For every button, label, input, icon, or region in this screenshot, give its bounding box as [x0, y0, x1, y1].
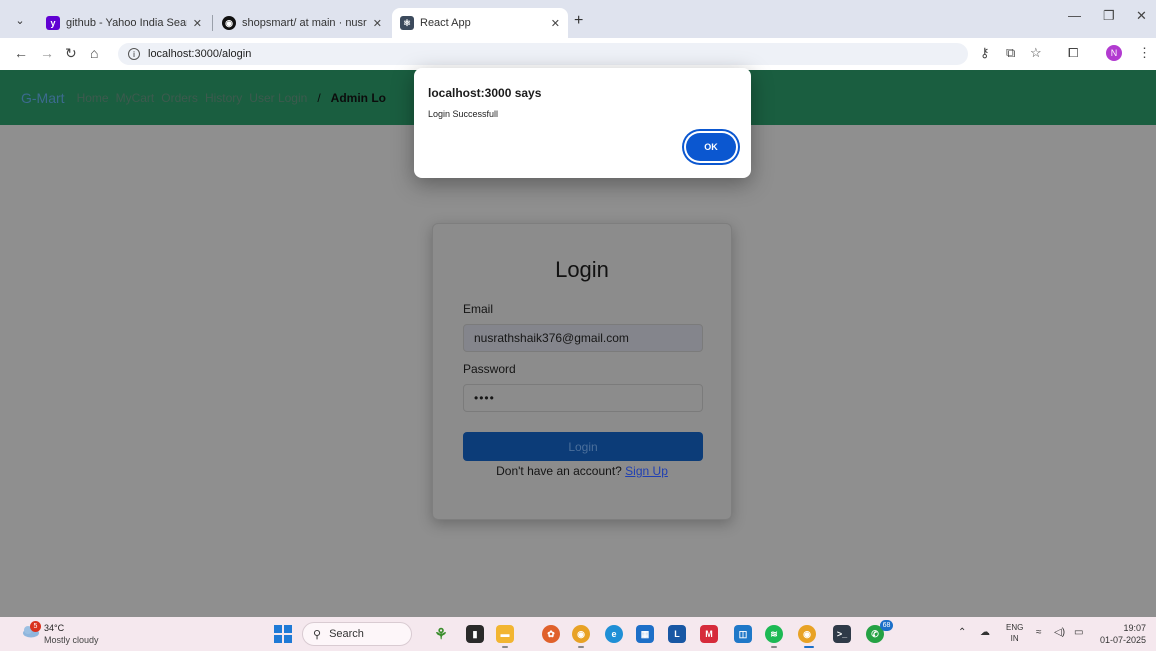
- clock-date: 01-07-2025: [1099, 635, 1146, 645]
- alert-dialog: localhost:3000 says Login Successfull OK: [414, 68, 751, 178]
- browser-menu-icon[interactable]: ⋮: [1138, 45, 1151, 61]
- language-code: ENG: [1006, 623, 1024, 632]
- extensions-icon[interactable]: ⧠: [1068, 45, 1078, 61]
- language-indicator[interactable]: ENG IN: [1006, 622, 1023, 644]
- login-button[interactable]: Login: [463, 432, 703, 461]
- password-field[interactable]: ••••: [463, 384, 703, 412]
- github-favicon-icon: ◉: [222, 16, 236, 30]
- running-indicator: [502, 646, 508, 648]
- tab-github[interactable]: ◉ shopsmart/ at main · nusrath30 ✕: [214, 8, 390, 38]
- ok-button[interactable]: OK: [686, 133, 736, 161]
- linkedin-icon[interactable]: L: [668, 625, 686, 643]
- tab-react-app[interactable]: ⚛ React App ✕: [392, 8, 568, 38]
- forward-icon[interactable]: →: [40, 45, 54, 61]
- install-app-icon[interactable]: ⧉: [1006, 45, 1015, 61]
- tab-title: github - Yahoo India Search Res: [66, 17, 187, 29]
- terminal-icon[interactable]: >_: [833, 625, 851, 643]
- brand-logo[interactable]: G-Mart: [21, 90, 65, 106]
- running-indicator: [771, 646, 777, 648]
- bookmark-star-icon[interactable]: ☆: [1030, 45, 1042, 61]
- search-icon: ⚲: [313, 628, 322, 641]
- restore-icon[interactable]: ❐: [1103, 8, 1115, 24]
- store-icon[interactable]: ▦: [636, 625, 654, 643]
- signup-prompt-text: Don't have an account?: [496, 464, 622, 478]
- search-label: Search: [329, 628, 364, 640]
- tab-search-dropdown-icon[interactable]: ⌄: [10, 11, 30, 29]
- clock-time: 19:07: [1123, 623, 1146, 633]
- windows-taskbar: 5 34°C Mostly cloudy ⚲ Search ⚘ ▮ ▬ ✿ ◉ …: [0, 617, 1156, 651]
- tab-title: shopsmart/ at main · nusrath30: [242, 17, 367, 29]
- nav-home[interactable]: Home: [77, 91, 109, 105]
- tray-expand-icon[interactable]: ⌃: [958, 627, 966, 638]
- close-tab-icon[interactable]: ✕: [551, 17, 560, 30]
- tab-divider: [212, 15, 213, 31]
- nav-user-login[interactable]: User Login: [249, 91, 307, 105]
- login-card: Login Email nusrathshaik376@gmail.com Pa…: [432, 223, 732, 520]
- react-favicon-icon: ⚛: [400, 16, 414, 30]
- close-tab-icon[interactable]: ✕: [193, 17, 202, 30]
- nav-separator: /: [317, 90, 321, 105]
- temperature[interactable]: 34°C: [44, 623, 64, 633]
- google-drive-icon[interactable]: ☁: [980, 627, 990, 638]
- browser-tab-bar: ⌄ y github - Yahoo India Search Res ✕ ◉ …: [0, 0, 1156, 38]
- url-field[interactable]: i localhost:3000/alogin: [118, 43, 968, 65]
- yahoo-favicon-icon: y: [46, 16, 60, 30]
- nav-mycart[interactable]: MyCart: [116, 91, 155, 105]
- weather-description[interactable]: Mostly cloudy: [44, 635, 99, 645]
- active-indicator: [804, 646, 814, 648]
- whatsapp-badge: 68: [880, 620, 893, 631]
- system-clock[interactable]: 19:07 01-07-2025: [1096, 622, 1146, 646]
- email-field[interactable]: nusrathshaik376@gmail.com: [463, 324, 703, 352]
- weather-alert-badge: 5: [30, 621, 41, 632]
- back-icon[interactable]: ←: [14, 45, 28, 61]
- signup-prompt: Don't have an account? Sign Up: [433, 464, 731, 478]
- minimize-icon[interactable]: —: [1068, 8, 1081, 23]
- login-title: Login: [555, 257, 609, 282]
- taskbar-search[interactable]: ⚲ Search: [302, 622, 412, 646]
- chrome-profile-icon[interactable]: ◉: [798, 625, 816, 643]
- tab-title: React App: [420, 17, 471, 29]
- signup-link[interactable]: Sign Up: [625, 464, 668, 478]
- nav-admin-login[interactable]: Admin Lo: [331, 91, 386, 105]
- dialog-title: localhost:3000 says: [428, 86, 542, 100]
- url-text: localhost:3000/alogin: [148, 48, 252, 60]
- battery-icon[interactable]: ▭: [1074, 627, 1083, 638]
- new-tab-button[interactable]: +: [574, 12, 583, 30]
- site-info-icon[interactable]: i: [128, 48, 140, 60]
- spotify-icon[interactable]: ≋: [765, 625, 783, 643]
- email-label: Email: [463, 302, 494, 316]
- region-code: IN: [1010, 634, 1019, 643]
- chrome-icon[interactable]: ◉: [572, 625, 590, 643]
- close-window-icon[interactable]: ✕: [1136, 8, 1147, 24]
- close-tab-icon[interactable]: ✕: [373, 17, 382, 30]
- home-icon[interactable]: ⌂: [90, 45, 98, 61]
- window-app-icon[interactable]: ◫: [734, 625, 752, 643]
- running-indicator: [578, 646, 584, 648]
- tab-yahoo-search[interactable]: y github - Yahoo India Search Res ✕: [38, 8, 210, 38]
- volume-icon[interactable]: ◁): [1054, 627, 1065, 638]
- mcafee-icon[interactable]: M: [700, 625, 718, 643]
- edge-icon[interactable]: e: [605, 625, 623, 643]
- password-key-icon[interactable]: ⚷: [980, 45, 990, 61]
- copilot-icon[interactable]: ✿: [542, 625, 560, 643]
- password-label: Password: [463, 362, 516, 376]
- dialog-message: Login Successfull: [428, 109, 499, 119]
- file-explorer-icon[interactable]: ▬: [496, 625, 514, 643]
- wifi-icon[interactable]: ≈: [1036, 627, 1042, 638]
- windows-start-icon[interactable]: [274, 625, 292, 643]
- reload-icon[interactable]: ↻: [65, 45, 77, 62]
- plant-app-icon[interactable]: ⚘: [432, 625, 450, 643]
- task-view-icon[interactable]: ▮: [466, 625, 484, 643]
- profile-avatar[interactable]: N: [1106, 45, 1122, 61]
- nav-orders[interactable]: Orders: [161, 91, 198, 105]
- nav-history[interactable]: History: [205, 91, 242, 105]
